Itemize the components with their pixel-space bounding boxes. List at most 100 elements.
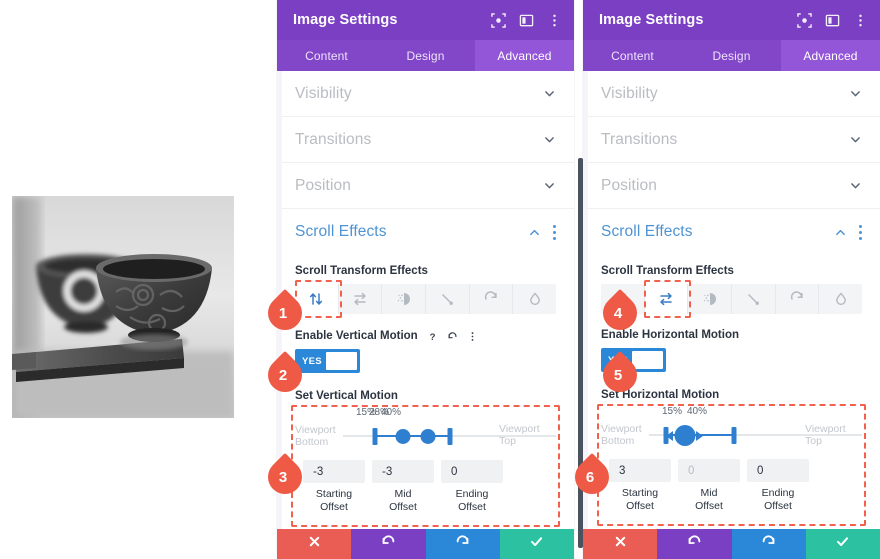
offset-input[interactable]: 0 [678, 459, 740, 482]
callout-badge-2: 2 [260, 350, 310, 400]
section-label: Transitions [601, 130, 678, 148]
save-button[interactable] [499, 529, 574, 559]
effect-scaling-up-down-icon[interactable] [426, 284, 470, 314]
offset-input[interactable]: -3 [303, 460, 365, 483]
chevron-down-icon[interactable] [543, 87, 556, 100]
tab-design[interactable]: Design [376, 40, 475, 71]
redo-icon [761, 534, 776, 554]
effect-horizontal-motion-icon[interactable] [339, 284, 383, 314]
callout-badge-5: 5 [595, 350, 645, 400]
panel-title: Image Settings [293, 12, 398, 28]
expand-icon[interactable] [491, 12, 506, 28]
enable-motion-label: Enable Horizontal Motion [601, 329, 739, 341]
callout-number: 3 [278, 468, 288, 486]
redo-button[interactable] [731, 529, 806, 559]
tab-design[interactable]: Design [682, 40, 781, 71]
tab-label: Advanced [803, 48, 858, 63]
slider-start-handle[interactable] [372, 428, 378, 445]
offset-caption: Mid Offset [389, 488, 417, 513]
offset-group: -3 Starting Offset [303, 460, 365, 514]
effect-blur-icon[interactable] [819, 284, 862, 314]
section-label: Position [601, 176, 657, 194]
chevron-down-icon[interactable] [543, 179, 556, 192]
section-row-transitions[interactable]: Transitions [277, 117, 574, 163]
tab-advanced[interactable]: Advanced [781, 40, 880, 71]
kebab-menu-icon[interactable] [552, 224, 556, 240]
enable-motion-toggle[interactable]: YES [295, 349, 360, 373]
expand-icon[interactable] [797, 12, 812, 28]
offset-input[interactable]: 3 [609, 459, 671, 482]
panel-tabs: Content Design Advanced [277, 40, 574, 71]
effect-rotating-icon[interactable] [470, 284, 514, 314]
chevron-down-icon[interactable] [849, 133, 862, 146]
help-icon[interactable]: ? [427, 329, 438, 343]
undo-button[interactable] [657, 529, 732, 559]
effect-scaling-up-down-icon[interactable] [732, 284, 776, 314]
enable-motion-row: Enable Horizontal Motion [583, 329, 880, 341]
offset-input[interactable]: 0 [441, 460, 503, 483]
effect-horizontal-motion-icon[interactable] [644, 284, 689, 314]
percent-mark: 15% [661, 406, 683, 417]
slider-mid-handle-a[interactable] [395, 429, 411, 444]
redo-icon [455, 534, 470, 554]
effect-blur-icon[interactable] [513, 284, 556, 314]
slider-mid-handle-b[interactable] [420, 429, 436, 444]
chevron-down-icon[interactable] [849, 179, 862, 192]
kebab-menu-icon[interactable] [547, 13, 562, 28]
percent-mark: 40% [380, 407, 402, 418]
viewport-top-label: Viewport Top [805, 423, 846, 447]
section-row-visibility[interactable]: Visibility [583, 71, 880, 117]
tab-advanced[interactable]: Advanced [475, 40, 574, 71]
chevron-down-icon[interactable] [849, 87, 862, 100]
scroll-transform-effects-label: Scroll Transform Effects [601, 265, 734, 277]
tab-content[interactable]: Content [277, 40, 376, 71]
section-row-scroll-effects[interactable]: Scroll Effects [277, 209, 574, 255]
effect-rotating-icon[interactable] [776, 284, 820, 314]
close-icon [613, 534, 628, 554]
slider-mid-handle[interactable] [674, 425, 696, 446]
kebab-menu-icon[interactable] [853, 13, 868, 28]
section-row-position[interactable]: Position [583, 163, 880, 209]
layout-panel-icon[interactable] [519, 13, 534, 28]
callout-badge-4: 4 [595, 288, 645, 338]
chevron-down-icon[interactable] [543, 133, 556, 146]
cancel-button[interactable] [583, 529, 658, 559]
save-button[interactable] [805, 529, 880, 559]
layout-panel-icon[interactable] [825, 13, 840, 28]
slider-end-handle[interactable] [731, 427, 737, 444]
callout-badge-6: 6 [567, 452, 617, 502]
offset-input[interactable]: -3 [372, 460, 434, 483]
cancel-button[interactable] [277, 529, 352, 559]
chevron-up-icon[interactable] [528, 226, 541, 239]
undo-icon [381, 534, 396, 554]
effect-fade-in-out-icon[interactable] [382, 284, 427, 314]
enable-motion-row: Enable Vertical Motion? [277, 329, 574, 343]
effect-icon-row [601, 284, 862, 314]
section-label: Transitions [295, 130, 372, 148]
section-label: Scroll Effects [295, 223, 387, 240]
close-icon [307, 534, 322, 554]
image-settings-panel-right: Image Settings Content Design Advanced Visib… [583, 0, 880, 559]
section-row-position[interactable]: Position [277, 163, 574, 209]
offset-group: 0 Mid Offset [678, 459, 740, 513]
slider-end-handle[interactable] [447, 428, 452, 445]
percent-mark: 40% [686, 406, 708, 417]
tab-content[interactable]: Content [583, 40, 682, 71]
chevron-up-icon[interactable] [834, 226, 847, 239]
panel-action-bar [583, 529, 880, 559]
section-row-visibility[interactable]: Visibility [277, 71, 574, 117]
kebab-menu-icon[interactable] [858, 224, 862, 240]
undo-button[interactable] [351, 529, 426, 559]
section-row-transitions[interactable]: Transitions [583, 117, 880, 163]
section-row-scroll-effects[interactable]: Scroll Effects [583, 209, 880, 255]
reset-icon[interactable] [447, 329, 458, 342]
panel-body: Visibility Transitions Position Scroll Effe… [277, 71, 574, 529]
offset-group: 0 Ending Offset [441, 460, 503, 514]
redo-button[interactable] [425, 529, 500, 559]
effect-fade-in-out-icon[interactable] [688, 284, 733, 314]
kebab-menu-icon[interactable] [467, 329, 478, 342]
tab-label: Content [305, 48, 348, 63]
header-icon-group [797, 12, 868, 28]
section-label: Position [295, 176, 351, 194]
offset-input[interactable]: 0 [747, 459, 809, 482]
